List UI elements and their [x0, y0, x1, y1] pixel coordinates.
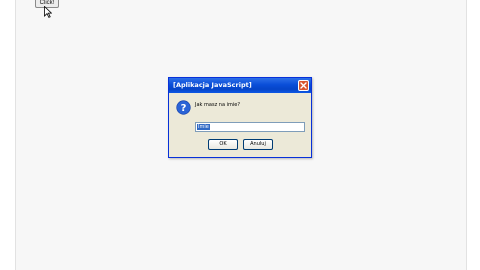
dialog-title: [Aplikacja JavaScript] [173, 81, 252, 89]
ok-button[interactable]: OK [208, 139, 238, 150]
close-icon [300, 82, 307, 89]
mouse-cursor-icon [44, 6, 52, 18]
input-value: Imie [197, 124, 210, 130]
svg-text:?: ? [181, 103, 187, 114]
name-input[interactable]: Imie [195, 122, 305, 132]
cancel-button[interactable]: Anuluj [243, 139, 273, 150]
prompt-dialog: [Aplikacja JavaScript] ? Jak masz na imi… [168, 77, 312, 158]
close-button[interactable] [298, 80, 309, 91]
prompt-text: Jak masz na imie? [195, 102, 240, 108]
question-icon: ? [176, 100, 191, 115]
dialog-titlebar[interactable]: [Aplikacja JavaScript] [169, 78, 311, 93]
